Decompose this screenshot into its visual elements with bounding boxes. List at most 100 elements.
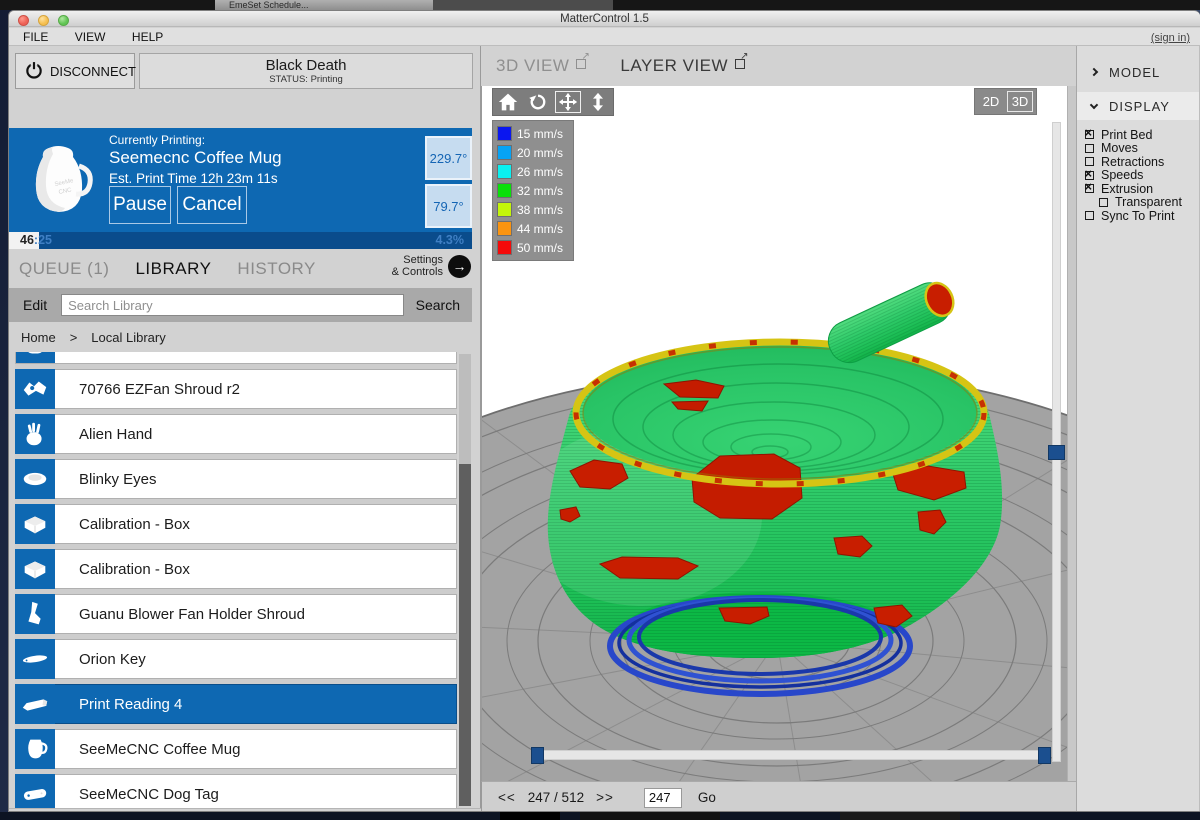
layer-number-input[interactable] bbox=[644, 788, 682, 808]
2d-view-button[interactable]: 2D bbox=[978, 91, 1004, 112]
elapsed-time: 46:25 bbox=[20, 233, 52, 247]
item-label: Calibration - Box bbox=[79, 561, 190, 578]
window-content: DISCONNECT Black Death STATUS: Printing … bbox=[9, 46, 1200, 812]
print-progress-bar: 46:25 4.3% bbox=[9, 232, 472, 249]
item-thumbnail bbox=[15, 414, 55, 454]
window-titlebar[interactable]: MatterControl 1.5 bbox=[9, 11, 1200, 27]
cancel-button[interactable]: Cancel bbox=[177, 186, 247, 224]
background-browser-tab-2 bbox=[433, 0, 613, 10]
tab-history[interactable]: HISTORY bbox=[237, 259, 315, 279]
settings-controls-button[interactable]: Settings & Controls → bbox=[392, 254, 471, 278]
legend-swatch bbox=[497, 164, 512, 179]
app-window: MatterControl 1.5 FILE VIEW HELP (sign i… bbox=[8, 10, 1200, 812]
pause-button[interactable]: Pause bbox=[109, 186, 171, 224]
legend-label: 50 mm/s bbox=[517, 241, 563, 255]
library-search-bar: Edit Search bbox=[9, 288, 472, 322]
printer-status-box[interactable]: Black Death STATUS: Printing bbox=[139, 53, 473, 89]
arrow-right-icon: → bbox=[448, 255, 471, 278]
menu-file[interactable]: FILE bbox=[23, 28, 48, 46]
background-window-strip: EmeSet Schedule... bbox=[0, 0, 1200, 10]
menu-view[interactable]: VIEW bbox=[75, 28, 106, 46]
list-item[interactable]: Calibration - Box bbox=[15, 549, 457, 589]
printer-control-panel: DISCONNECT Black Death STATUS: Printing … bbox=[9, 46, 481, 812]
item-label: Print Reading 4 bbox=[79, 696, 182, 713]
range-slider-right-handle[interactable] bbox=[1038, 747, 1051, 764]
display-option-sync-to-print[interactable]: Sync To Print bbox=[1077, 209, 1200, 223]
display-option-print-bed[interactable]: Print Bed bbox=[1077, 128, 1200, 142]
print-job-thumbnail: SeeMe CNC bbox=[27, 138, 101, 222]
move-view-button[interactable] bbox=[553, 89, 583, 115]
legend-row: 38 mm/s bbox=[497, 200, 569, 219]
popout-icon[interactable] bbox=[576, 59, 586, 69]
item-thumbnail bbox=[15, 594, 55, 634]
list-item[interactable]: SeeMeCNC Dog Tag bbox=[15, 774, 457, 808]
list-item[interactable]: 70766 EZFan Shroud r2 bbox=[15, 369, 457, 409]
display-option-label: Transparent bbox=[1115, 195, 1182, 209]
display-option-speeds[interactable]: Speeds bbox=[1077, 169, 1200, 183]
legend-row: 20 mm/s bbox=[497, 143, 569, 162]
menu-help[interactable]: HELP bbox=[132, 28, 163, 46]
checkbox-unchecked-icon[interactable] bbox=[1099, 198, 1108, 207]
dock-block bbox=[840, 812, 960, 820]
search-button[interactable]: Search bbox=[416, 297, 460, 313]
previous-layer-button[interactable]: << bbox=[498, 790, 516, 805]
library-scrollbar[interactable] bbox=[459, 354, 471, 806]
search-input[interactable] bbox=[61, 294, 404, 316]
tab-queue[interactable]: QUEUE (1) bbox=[19, 259, 109, 279]
item-thumbnail bbox=[15, 459, 55, 499]
extruder-temperature[interactable]: 229.7° bbox=[425, 136, 472, 180]
edit-button[interactable]: Edit bbox=[23, 297, 47, 313]
scrollbar-thumb[interactable] bbox=[459, 464, 471, 806]
tab-3d-view[interactable]: 3D VIEW bbox=[496, 56, 586, 76]
disconnect-label: DISCONNECT bbox=[50, 64, 136, 79]
legend-row: 26 mm/s bbox=[497, 162, 569, 181]
legend-swatch bbox=[497, 126, 512, 141]
checkbox-checked-icon[interactable] bbox=[1085, 130, 1094, 139]
rotate-view-button[interactable] bbox=[523, 89, 553, 115]
item-thumbnail bbox=[15, 684, 55, 724]
list-item[interactable]: Guanu Blower Fan Holder Shroud bbox=[15, 594, 457, 634]
tab-layer-view-label: LAYER VIEW bbox=[620, 56, 728, 76]
3d-view-button[interactable]: 3D bbox=[1007, 91, 1033, 112]
display-option-extrusion[interactable]: Extrusion bbox=[1077, 182, 1200, 196]
elapsed-time-done: 46 bbox=[20, 233, 34, 247]
list-item[interactable]: SeeMeCNC Coffee Mug bbox=[15, 729, 457, 769]
home-view-button[interactable] bbox=[493, 89, 523, 115]
breadcrumb-home[interactable]: Home bbox=[21, 330, 56, 345]
layer-vertical-slider[interactable] bbox=[1052, 122, 1061, 762]
list-item[interactable]: Blinky Eyes bbox=[15, 459, 457, 499]
checkbox-unchecked-icon[interactable] bbox=[1085, 144, 1094, 153]
display-accordion[interactable]: DISPLAY bbox=[1077, 92, 1200, 120]
layer-range-slider[interactable] bbox=[532, 750, 1050, 760]
checkbox-checked-icon[interactable] bbox=[1085, 184, 1094, 193]
display-option-moves[interactable]: Moves bbox=[1077, 142, 1200, 156]
tab-layer-view[interactable]: LAYER VIEW bbox=[620, 56, 745, 76]
list-item[interactable]: Alien Hand bbox=[15, 414, 457, 454]
legend-row: 44 mm/s bbox=[497, 219, 569, 238]
bed-temperature[interactable]: 79.7° bbox=[425, 184, 472, 228]
go-button[interactable]: Go bbox=[698, 790, 716, 805]
display-option-retractions[interactable]: Retractions bbox=[1077, 155, 1200, 169]
chevron-right-icon bbox=[1090, 68, 1098, 76]
next-layer-button[interactable]: >> bbox=[596, 790, 614, 805]
range-slider-left-handle[interactable] bbox=[531, 747, 544, 764]
sign-in-link[interactable]: (sign in) bbox=[1151, 29, 1190, 47]
list-item[interactable]: Orion Key bbox=[15, 639, 457, 679]
layer-slider-handle[interactable] bbox=[1048, 445, 1065, 460]
layer-view-viewport[interactable]: 2D 3D 15 mm/s20 mm/s26 mm/s32 mm/s38 mm/… bbox=[481, 86, 1067, 781]
layer-position-label: 247 / 512 bbox=[528, 790, 584, 805]
tab-library[interactable]: LIBRARY bbox=[135, 259, 211, 279]
disconnect-button[interactable]: DISCONNECT bbox=[15, 53, 135, 89]
model-accordion-label: MODEL bbox=[1109, 65, 1160, 80]
popout-icon[interactable] bbox=[735, 59, 745, 69]
checkbox-unchecked-icon[interactable] bbox=[1085, 211, 1094, 220]
display-option-transparent[interactable]: Transparent bbox=[1077, 196, 1200, 210]
checkbox-unchecked-icon[interactable] bbox=[1085, 157, 1094, 166]
list-item[interactable]: Calibration - Box bbox=[15, 504, 457, 544]
vertical-pan-button[interactable] bbox=[583, 89, 613, 115]
list-item-partial[interactable] bbox=[15, 352, 457, 364]
speed-legend: 15 mm/s20 mm/s26 mm/s32 mm/s38 mm/s44 mm… bbox=[492, 120, 574, 261]
list-item[interactable]: Print Reading 4 bbox=[15, 684, 457, 724]
model-accordion[interactable]: MODEL bbox=[1077, 58, 1200, 86]
power-icon bbox=[24, 60, 44, 83]
